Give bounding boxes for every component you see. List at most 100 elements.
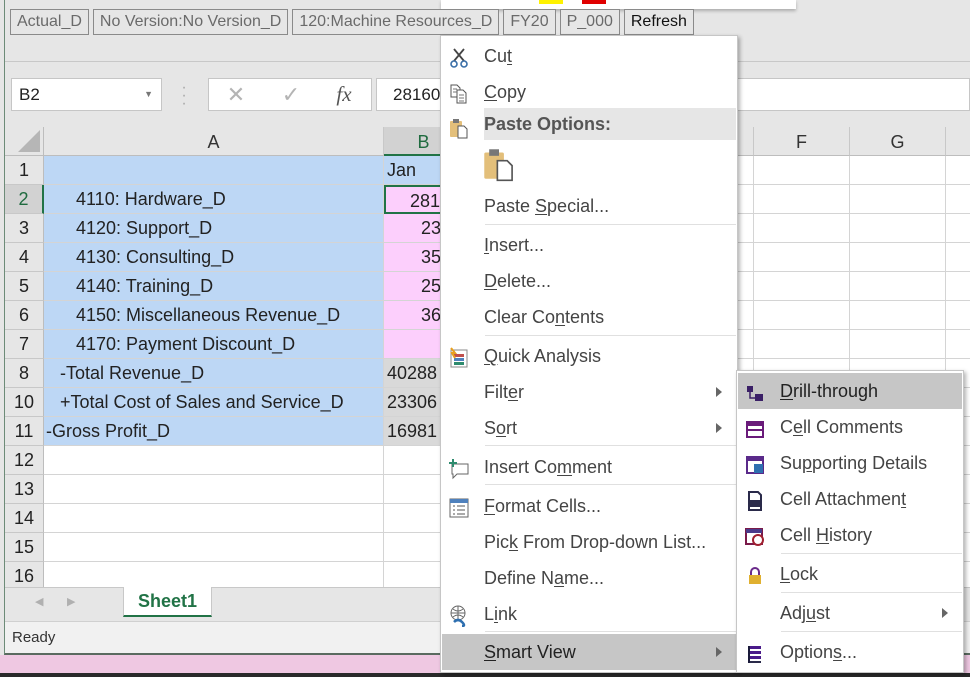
cell-a1[interactable] <box>44 156 384 185</box>
smart-view-item-lock[interactable]: Lock <box>738 556 962 592</box>
column-header-g[interactable]: G <box>850 127 946 156</box>
column-header-h[interactable] <box>946 127 970 156</box>
cell-a7[interactable]: 4170: Payment Discount_D <box>44 330 384 359</box>
select-all-button[interactable] <box>5 127 44 156</box>
context-menu: Cut Copy Paste Options: Paste Special... Ins… <box>440 35 738 673</box>
menu-item-smart-view[interactable]: Smart View <box>442 634 736 670</box>
row-header-3[interactable]: 3 <box>5 214 44 243</box>
pov-version[interactable]: No Version:No Version_D <box>92 9 289 35</box>
smart-view-item-cell-history[interactable]: Cell History <box>738 517 962 553</box>
cell-a6[interactable]: 4150: Miscellaneous Revenue_D <box>44 301 384 330</box>
cell-a5[interactable]: 4140: Training_D <box>44 272 384 301</box>
menu-item-delete[interactable]: Delete... <box>442 263 736 299</box>
refresh-button[interactable]: Refresh <box>623 9 694 35</box>
cell-empty[interactable] <box>754 185 850 214</box>
smart-view-submenu: Drill-through Cell Comments Supporting Det… <box>736 370 964 673</box>
cell-empty[interactable] <box>946 156 970 185</box>
pov-year[interactable]: FY20 <box>503 9 556 35</box>
menu-separator <box>485 445 736 446</box>
pov-entity[interactable]: 120:Machine Resources_D <box>292 9 500 35</box>
cancel-icon[interactable]: ✕ <box>221 79 251 110</box>
row-header-13[interactable]: 13 <box>5 475 44 504</box>
menu-item-link[interactable]: Link <box>442 596 736 632</box>
row-header-1[interactable]: 1 <box>5 156 44 185</box>
row-header-16[interactable]: 16 <box>5 562 44 587</box>
cell-a10[interactable]: +Total Cost of Sales and Service_D <box>44 388 384 417</box>
cell-a13[interactable] <box>44 475 384 504</box>
submenu-arrow-icon <box>716 387 722 397</box>
cell-empty[interactable] <box>850 214 946 243</box>
cell-empty[interactable] <box>850 330 946 359</box>
menu-item-insert[interactable]: Insert... <box>442 227 736 263</box>
menu-item-filter[interactable]: Filter <box>442 374 736 410</box>
insert-function-icon[interactable]: fx <box>329 79 359 110</box>
cell-empty[interactable] <box>850 156 946 185</box>
smart-view-item-cell-comments[interactable]: Cell Comments <box>738 409 962 445</box>
cell-empty[interactable] <box>946 330 970 359</box>
cell-empty[interactable] <box>850 272 946 301</box>
paste-button[interactable] <box>481 146 517 182</box>
row-header-6[interactable]: 6 <box>5 301 44 330</box>
row-header-4[interactable]: 4 <box>5 243 44 272</box>
cell-empty[interactable] <box>754 156 850 185</box>
menu-item-clear-contents[interactable]: Clear Contents <box>442 299 736 335</box>
row-header-15[interactable]: 15 <box>5 533 44 562</box>
cell-a16[interactable] <box>44 562 384 587</box>
cell-a3[interactable]: 4120: Support_D <box>44 214 384 243</box>
sheet-tab-sheet1[interactable]: Sheet1 <box>123 587 212 617</box>
cell-empty[interactable] <box>946 243 970 272</box>
drag-handle-icon[interactable]: · · · <box>181 80 187 112</box>
cell-a4[interactable]: 4130: Consulting_D <box>44 243 384 272</box>
cell-empty[interactable] <box>946 301 970 330</box>
scroll-right-icon[interactable]: ▶ <box>67 595 75 608</box>
row-header-2[interactable]: 2 <box>5 185 44 214</box>
cell-empty[interactable] <box>946 214 970 243</box>
cell-empty[interactable] <box>850 243 946 272</box>
smart-view-item-drill-through[interactable]: Drill-through <box>738 373 962 409</box>
menu-item-copy[interactable]: Copy <box>442 74 736 110</box>
menu-separator <box>781 592 962 593</box>
row-header-14[interactable]: 14 <box>5 504 44 533</box>
cell-a11[interactable]: -Gross Profit_D <box>44 417 384 446</box>
menu-item-pick-list[interactable]: Pick From Drop-down List... <box>442 524 736 560</box>
smart-view-item-options[interactable]: Options... <box>738 634 962 670</box>
cell-empty[interactable] <box>850 301 946 330</box>
cell-empty[interactable] <box>754 272 850 301</box>
enter-icon[interactable]: ✓ <box>276 79 306 110</box>
cell-a8[interactable]: -Total Revenue_D <box>44 359 384 388</box>
row-header-7[interactable]: 7 <box>5 330 44 359</box>
cell-empty[interactable] <box>754 301 850 330</box>
row-header-12[interactable]: 12 <box>5 446 44 475</box>
pov-product[interactable]: P_000 <box>559 9 620 35</box>
menu-item-insert-comment[interactable]: Insert Comment <box>442 449 736 485</box>
menu-item-define-name[interactable]: Define Name... <box>442 560 736 596</box>
chevron-down-icon[interactable]: ▼ <box>144 79 153 110</box>
cell-a14[interactable] <box>44 504 384 533</box>
menu-item-quick-analysis[interactable]: Quick Analysis <box>442 338 736 374</box>
cell-empty[interactable] <box>754 243 850 272</box>
cell-empty[interactable] <box>850 185 946 214</box>
row-header-5[interactable]: 5 <box>5 272 44 301</box>
column-header-a[interactable]: A <box>44 127 384 156</box>
row-header-11[interactable]: 11 <box>5 417 44 446</box>
smart-view-item-cell-attachment[interactable]: Cell Attachment <box>738 481 962 517</box>
menu-item-cut[interactable]: Cut <box>442 38 736 74</box>
row-header-8[interactable]: 8 <box>5 359 44 388</box>
smart-view-item-adjust[interactable]: Adjust <box>738 595 962 631</box>
pov-scenario[interactable]: Actual_D <box>10 9 89 35</box>
cell-a15[interactable] <box>44 533 384 562</box>
menu-item-paste-special[interactable]: Paste Special... <box>442 188 736 224</box>
cell-empty[interactable] <box>946 272 970 301</box>
cell-a2[interactable]: 4110: Hardware_D <box>44 185 384 214</box>
column-header-f[interactable]: F <box>754 127 850 156</box>
menu-item-format-cells[interactable]: Format Cells... <box>442 488 736 524</box>
row-header-10[interactable]: 10 <box>5 388 44 417</box>
cell-empty[interactable] <box>754 330 850 359</box>
menu-item-sort[interactable]: Sort <box>442 410 736 446</box>
name-box[interactable]: B2 ▼ <box>11 78 162 111</box>
cell-empty[interactable] <box>754 214 850 243</box>
cell-a12[interactable] <box>44 446 384 475</box>
smart-view-item-supporting-details[interactable]: Supporting Details <box>738 445 962 481</box>
cell-empty[interactable] <box>946 185 970 214</box>
scroll-left-icon[interactable]: ◀ <box>35 595 43 608</box>
